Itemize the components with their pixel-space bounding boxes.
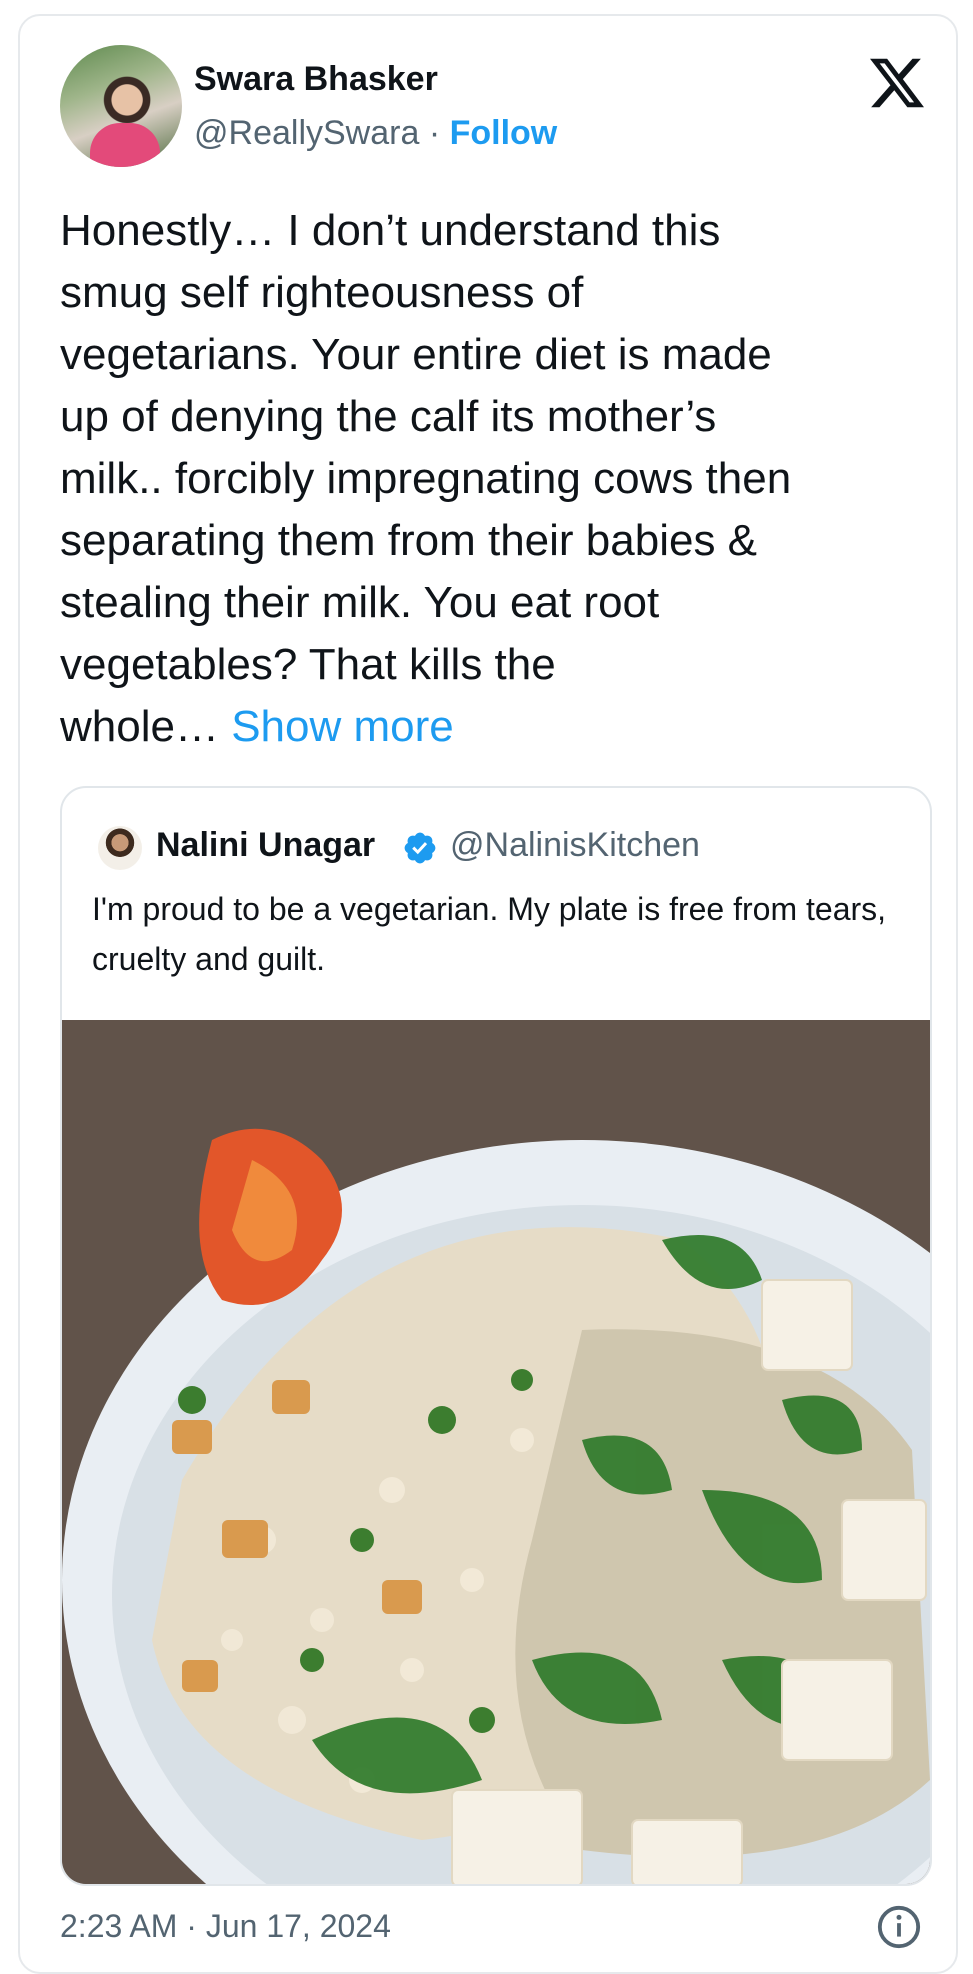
x-logo-icon[interactable]: [868, 56, 926, 110]
quoted-author-name[interactable]: Nalini Unagar: [156, 826, 375, 865]
author-handle[interactable]: @ReallySwara: [194, 114, 419, 152]
author-handle-line: @ReallySwara · Follow: [194, 114, 557, 153]
author-avatar[interactable]: [60, 45, 182, 167]
tweet-timestamp[interactable]: 2:23 AM · Jun 17, 2024: [60, 1908, 391, 1945]
quoted-tweet-text: I'm proud to be a vegetarian. My plate i…: [92, 891, 887, 977]
tweet-text: Honestly… I don’t understand this smug s…: [60, 200, 940, 758]
food-plate-photo[interactable]: [62, 1020, 930, 1886]
tweet-body: Honestly… I don’t understand this smug s…: [60, 206, 792, 751]
quoted-author-handle[interactable]: @NalinisKitchen: [450, 826, 700, 865]
show-more-link[interactable]: Show more: [231, 702, 454, 751]
quoted-avatar[interactable]: [98, 826, 142, 870]
handle-separator: ·: [428, 114, 441, 152]
avatar-figure: [90, 123, 160, 167]
quoted-tweet[interactable]: Nalini Unagar @NalinisKitchen I'm proud …: [60, 786, 932, 1886]
follow-button[interactable]: Follow: [450, 114, 558, 152]
info-icon[interactable]: [876, 1904, 922, 1950]
author-name[interactable]: Swara Bhasker: [194, 60, 438, 99]
verified-badge-icon: [404, 832, 436, 864]
